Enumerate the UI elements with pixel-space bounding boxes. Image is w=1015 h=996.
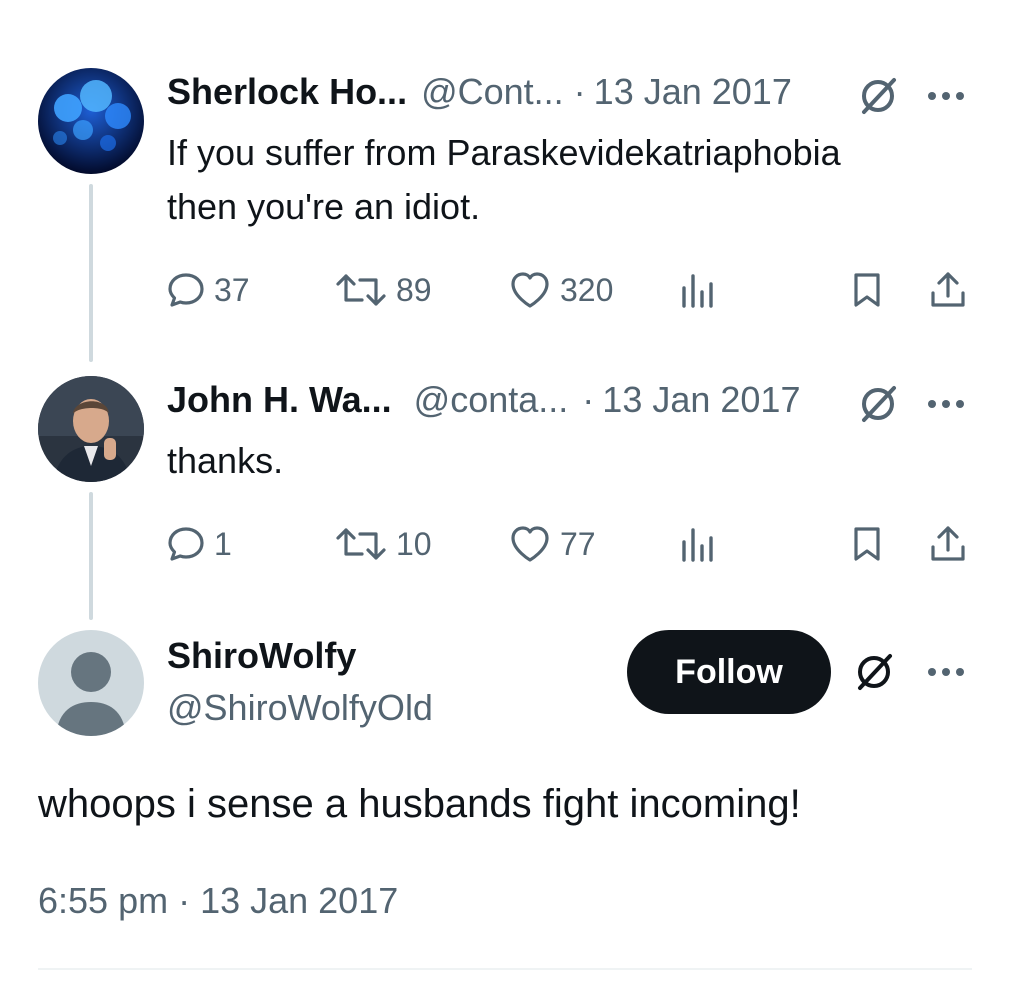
like-count: 320 bbox=[560, 271, 614, 308]
reply-bubble-icon bbox=[168, 527, 204, 561]
avatar-image bbox=[38, 376, 144, 482]
slashed-circle-icon[interactable] bbox=[850, 648, 898, 696]
slashed-circle-icon[interactable] bbox=[854, 72, 902, 120]
more-dots-icon[interactable] bbox=[928, 92, 964, 100]
retweet-icon bbox=[336, 274, 386, 306]
reply-count: 1 bbox=[214, 525, 232, 562]
share-icon[interactable] bbox=[926, 268, 970, 312]
default-avatar-icon bbox=[38, 630, 144, 736]
avatar-shirowolfy[interactable] bbox=[38, 630, 144, 736]
views-bars-icon[interactable] bbox=[676, 268, 720, 312]
tweet-text: If you suffer from Paraskevidekatriaphob… bbox=[167, 126, 841, 234]
reply-count: 37 bbox=[214, 271, 250, 308]
display-name[interactable]: ShiroWolfy bbox=[167, 634, 356, 678]
handle[interactable]: @conta... bbox=[414, 378, 569, 422]
bookmark-icon[interactable] bbox=[845, 268, 889, 312]
heart-icon bbox=[511, 272, 549, 308]
like-button[interactable]: 320 bbox=[508, 268, 613, 312]
retweet-count: 89 bbox=[396, 271, 432, 308]
tweet-text-line: thanks. bbox=[167, 440, 284, 481]
tweet-text-line: If you suffer from Paraskevidekatriaphob… bbox=[167, 132, 841, 173]
tweet-text-line: then you're an idiot. bbox=[167, 186, 481, 227]
divider bbox=[38, 968, 972, 970]
retweet-button[interactable]: 10 bbox=[334, 522, 432, 566]
retweet-icon bbox=[336, 528, 386, 560]
retweet-count: 10 bbox=[396, 525, 432, 562]
tweet-text: thanks. bbox=[167, 434, 283, 488]
more-dots-icon[interactable] bbox=[928, 400, 964, 408]
retweet-button[interactable]: 89 bbox=[334, 268, 432, 312]
tweet-timestamp[interactable]: 6:55 pm · 13 Jan 2017 bbox=[38, 878, 398, 924]
display-name[interactable]: John H. Wa... bbox=[167, 378, 392, 422]
tweet-header: John H. Wa... @conta... · 13 Jan 2017 bbox=[167, 378, 800, 422]
main-tweet-text: whoops i sense a husbands fight incoming… bbox=[38, 782, 801, 826]
reply-button[interactable]: 37 bbox=[166, 268, 250, 312]
bookmark-icon[interactable] bbox=[845, 522, 889, 566]
separator-dot: · bbox=[582, 379, 595, 420]
reply-bubble-icon bbox=[168, 273, 204, 307]
avatar-image bbox=[38, 68, 144, 174]
like-button[interactable]: 77 bbox=[508, 522, 596, 566]
reply-button[interactable]: 1 bbox=[166, 522, 232, 566]
avatar-john[interactable] bbox=[38, 376, 144, 482]
avatar-sherlock[interactable] bbox=[38, 68, 144, 174]
share-icon[interactable] bbox=[926, 522, 970, 566]
tweet-header: Sherlock Ho... @Cont... · 13 Jan 2017 bbox=[167, 70, 792, 114]
tweet-date[interactable]: 13 Jan 2017 bbox=[602, 378, 800, 422]
separator-dot: · bbox=[573, 71, 586, 112]
like-count: 77 bbox=[560, 525, 596, 562]
tweet-date[interactable]: 13 Jan 2017 bbox=[594, 70, 792, 114]
thread-line bbox=[89, 492, 93, 620]
views-bars-icon[interactable] bbox=[676, 522, 720, 566]
thread-line bbox=[89, 184, 93, 362]
heart-icon bbox=[511, 526, 549, 562]
handle[interactable]: @ShiroWolfyOld bbox=[167, 686, 433, 730]
more-dots-icon[interactable] bbox=[928, 668, 964, 676]
follow-button[interactable]: Follow bbox=[627, 630, 831, 714]
slashed-circle-icon[interactable] bbox=[854, 380, 902, 428]
handle[interactable]: @Cont... bbox=[421, 70, 564, 114]
display-name[interactable]: Sherlock Ho... bbox=[167, 70, 407, 114]
